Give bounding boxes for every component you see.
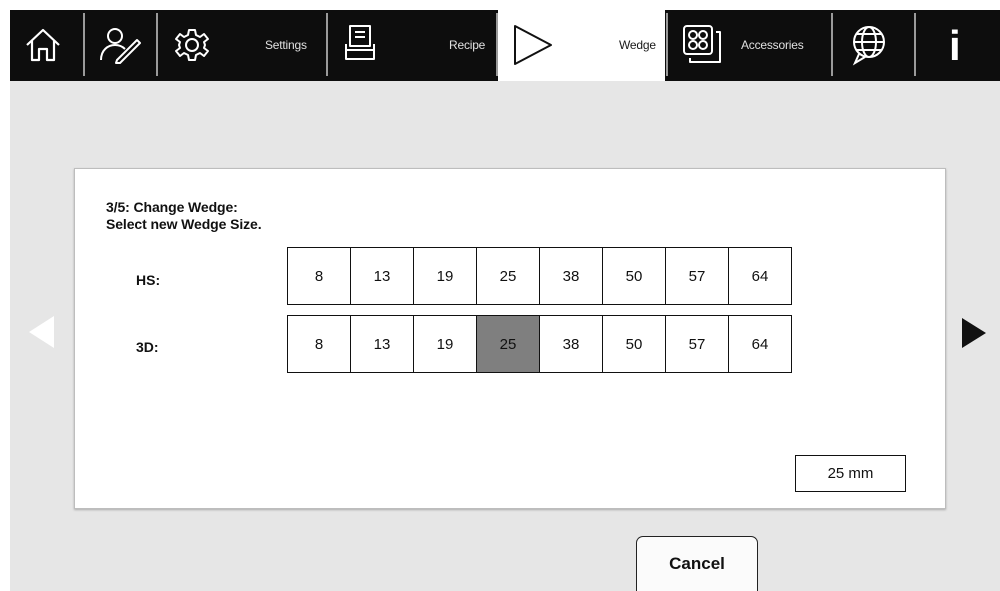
tab-accessories[interactable]: Accessories — [668, 10, 830, 81]
wedge-size-readout: 25 mm — [795, 455, 906, 492]
gear-icon — [175, 29, 209, 61]
step-instruction: Select new Wedge Size. — [106, 216, 262, 232]
dialog-instructions: 3/5: Change Wedge: Select new Wedge Size… — [106, 199, 262, 233]
size-cell-hs-19[interactable]: 19 — [413, 247, 477, 305]
next-step-arrow-icon[interactable] — [962, 318, 986, 348]
accessories-icon — [683, 25, 721, 63]
size-cell-3d-57[interactable]: 57 — [665, 315, 729, 373]
size-cell-3d-64[interactable]: 64 — [728, 315, 792, 373]
tab-recipe[interactable]: Recipe — [328, 10, 495, 81]
hs-size-selector: 8 13 19 25 38 50 57 64 — [287, 247, 792, 305]
size-cell-hs-57[interactable]: 57 — [665, 247, 729, 305]
tab-info[interactable]: i — [916, 10, 1000, 81]
wedge-icon — [514, 25, 552, 65]
size-cell-hs-25[interactable]: 25 — [476, 247, 540, 305]
row-label-hs: HS: — [136, 272, 161, 288]
previous-step-arrow-icon[interactable] — [29, 316, 54, 348]
3d-size-selector: 8 13 19 25 38 50 57 64 — [287, 315, 792, 373]
tab-settings[interactable]: Settings — [158, 10, 326, 81]
tab-wedge[interactable]: Wedge — [498, 10, 665, 81]
globe-icon — [852, 26, 885, 66]
tab-language[interactable] — [833, 10, 913, 81]
user-edit-icon — [100, 28, 141, 64]
size-cell-3d-38[interactable]: 38 — [539, 315, 603, 373]
change-wedge-dialog: 3/5: Change Wedge: Select new Wedge Size… — [74, 168, 946, 509]
info-icon: i — [949, 22, 961, 69]
cancel-button[interactable]: Cancel — [636, 536, 758, 591]
size-cell-3d-13[interactable]: 13 — [350, 315, 414, 373]
tab-wedge-label: Wedge — [619, 38, 656, 52]
home-icon — [26, 28, 60, 62]
size-cell-3d-25-selected[interactable]: 25 — [476, 315, 540, 373]
size-cell-hs-50[interactable]: 50 — [602, 247, 666, 305]
size-cell-hs-38[interactable]: 38 — [539, 247, 603, 305]
size-cell-3d-8[interactable]: 8 — [287, 315, 351, 373]
tab-settings-label: Settings — [265, 38, 307, 52]
size-cell-3d-50[interactable]: 50 — [602, 315, 666, 373]
size-cell-hs-64[interactable]: 64 — [728, 247, 792, 305]
row-label-3d: 3D: — [136, 339, 159, 355]
tab-accessories-label: Accessories — [741, 38, 804, 52]
recipe-icon — [345, 25, 375, 60]
size-cell-hs-13[interactable]: 13 — [350, 247, 414, 305]
tab-home[interactable] — [10, 10, 82, 81]
top-toolbar: Settings Recipe Wedge Accessories i — [10, 10, 1000, 81]
tab-recipe-label: Recipe — [449, 38, 486, 52]
step-title: 3/5: Change Wedge: — [106, 199, 238, 215]
tab-user[interactable] — [85, 10, 155, 81]
size-cell-hs-8[interactable]: 8 — [287, 247, 351, 305]
size-cell-3d-19[interactable]: 19 — [413, 315, 477, 373]
